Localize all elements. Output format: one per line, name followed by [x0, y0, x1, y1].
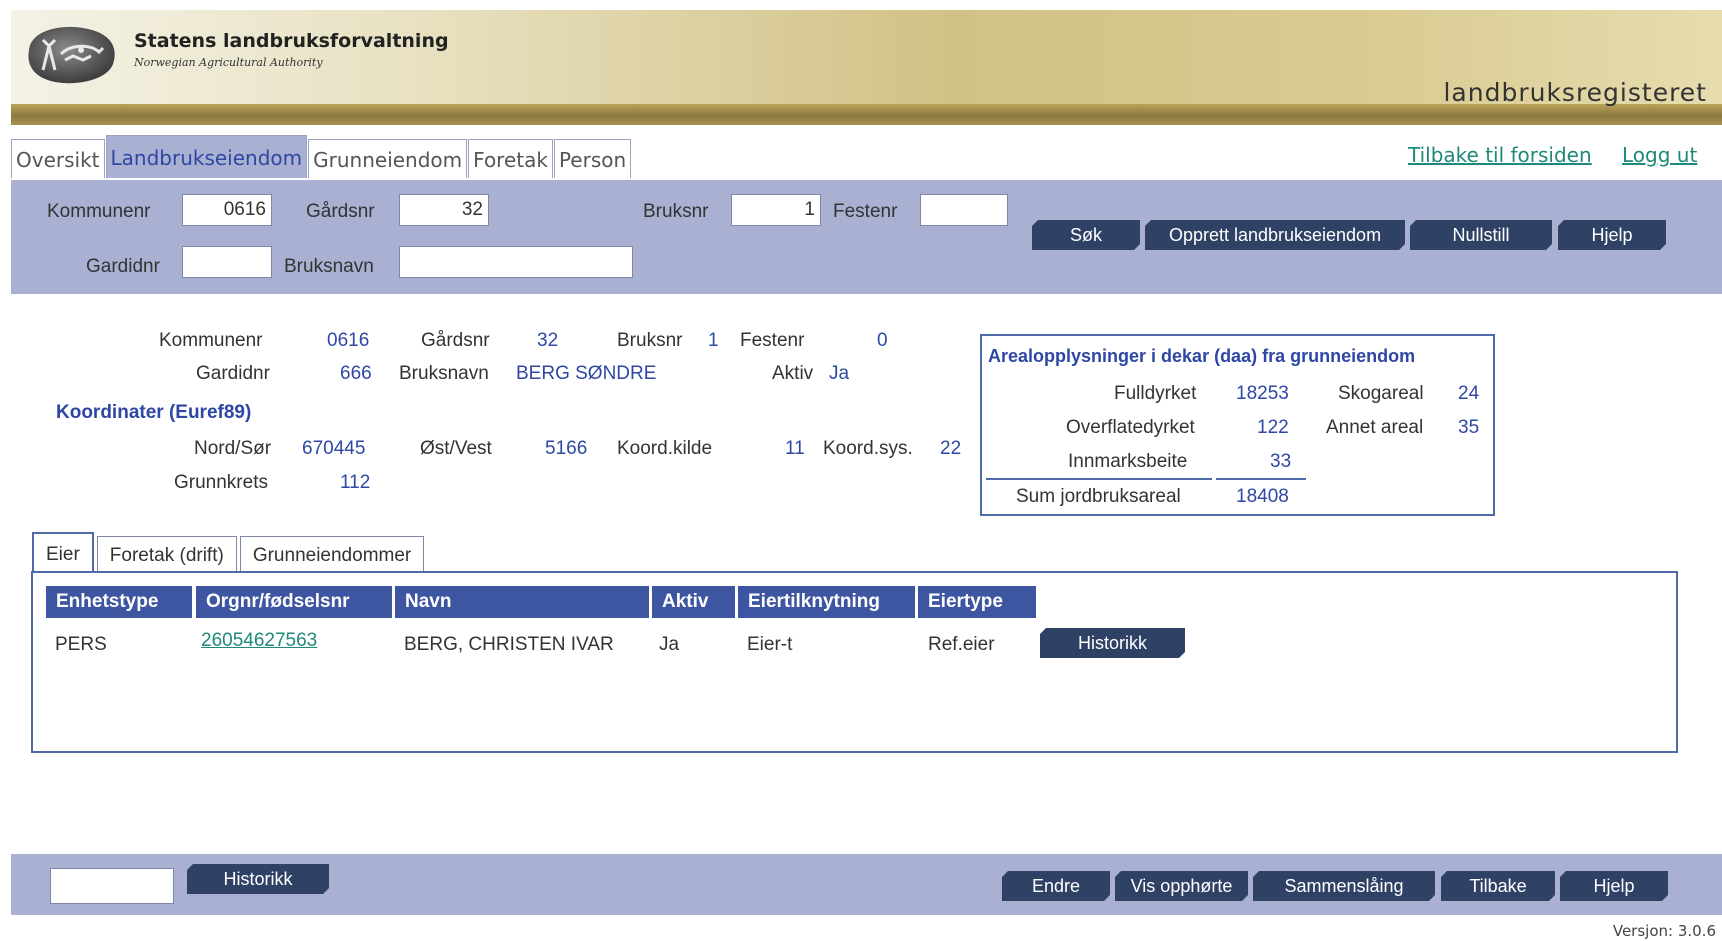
cell-navn: BERG, CHRISTEN IVAR	[404, 634, 614, 655]
orgnr-link[interactable]: 26054627563	[201, 630, 317, 652]
bruksnr-value: 1	[708, 330, 719, 351]
help-button[interactable]: Hjelp	[1558, 220, 1666, 250]
nord-sor-value: 670445	[302, 438, 366, 459]
create-property-button[interactable]: Opprett landbrukseiendom	[1145, 220, 1405, 250]
area-title: Arealopplysninger i dekar (daa) fra grun…	[988, 346, 1416, 366]
gardsnr-label: Gårdsnr	[421, 330, 490, 351]
cell-eiertilknytning: Eier-t	[747, 634, 793, 655]
edit-button[interactable]: Endre	[1002, 871, 1110, 901]
skogareal-label: Skogareal	[1338, 383, 1424, 404]
gardidnr-label: Gardidnr	[196, 363, 270, 384]
search-gardsnr-label: Gårdsnr	[306, 201, 375, 222]
overflatedyrket-value: 122	[1257, 417, 1289, 438]
sum-divider	[986, 478, 1212, 480]
festenr-value: 0	[877, 330, 888, 351]
org-name: Statens landbruksforvaltning	[134, 30, 449, 52]
col-eiertype: Eiertype	[918, 586, 1036, 618]
show-ended-button[interactable]: Vis opphørte	[1115, 871, 1248, 901]
coordinates-title: Koordinater (Euref89)	[56, 402, 252, 423]
innmarksbeite-value: 33	[1270, 451, 1292, 472]
home-link[interactable]: Tilbake til forsiden	[1408, 143, 1592, 167]
ost-vest-value: 5166	[545, 438, 588, 459]
sub-tabs: Eier Foretak (drift) Grunneiendommer	[32, 532, 427, 572]
tab-eier[interactable]: Eier	[32, 532, 94, 572]
bruksnavn-label: Bruksnavn	[399, 363, 489, 384]
festenr-label: Festenr	[740, 330, 805, 351]
gardidnr-input[interactable]	[182, 246, 272, 278]
tab-foretak-drift[interactable]: Foretak (drift)	[96, 536, 237, 571]
gardsnr-input[interactable]	[399, 194, 489, 226]
koordsys-value: 22	[940, 438, 962, 459]
bruksnavn-value: BERG SØNDRE	[516, 363, 657, 384]
grunnkrets-label: Grunnkrets	[174, 472, 268, 493]
tab-person[interactable]: Person	[553, 139, 632, 178]
kommunenr-value: 0616	[327, 330, 370, 351]
org-subtitle: Norwegian Agricultural Authority	[134, 56, 323, 69]
skogareal-value: 24	[1458, 383, 1480, 404]
search-festenr-label: Festenr	[833, 201, 898, 222]
annet-areal-value: 35	[1458, 417, 1480, 438]
tab-foretak[interactable]: Foretak	[468, 139, 553, 178]
aktiv-label: Aktiv	[772, 363, 814, 384]
search-bruksnr-label: Bruksnr	[643, 201, 709, 222]
merge-button[interactable]: Sammenslåing	[1253, 871, 1435, 901]
tab-oversikt[interactable]: Oversikt	[11, 139, 105, 178]
grunnkrets-value: 112	[340, 472, 371, 493]
cell-eiertype: Ref.eier	[928, 634, 995, 655]
overflatedyrket-label: Overflatedyrket	[1066, 417, 1195, 438]
koordkilde-label: Koord.kilde	[617, 438, 713, 459]
register-name: landbruksregisteret	[1443, 78, 1707, 107]
logout-link[interactable]: Logg ut	[1622, 143, 1697, 167]
cell-enhetstype: PERS	[55, 634, 107, 655]
sum-divider-value	[1216, 478, 1306, 480]
sum-jordbruksareal-label: Sum jordbruksareal	[1016, 486, 1181, 507]
sum-jordbruksareal-value: 18408	[1236, 486, 1289, 507]
search-kommunenr-label: Kommunenr	[47, 201, 151, 222]
bruksnr-input[interactable]	[731, 194, 821, 226]
main-tabs: Oversikt Landbrukseiendom Grunneiendom F…	[11, 135, 632, 178]
reset-button[interactable]: Nullstill	[1410, 220, 1552, 250]
search-bruksnavn-label: Bruksnavn	[284, 256, 374, 277]
tab-landbrukseiendom[interactable]: Landbrukseiendom	[105, 135, 308, 178]
fulldyrket-label: Fulldyrket	[1114, 383, 1197, 404]
bottom-help-button[interactable]: Hjelp	[1560, 871, 1668, 901]
col-navn: Navn	[395, 586, 649, 618]
annet-areal-label: Annet areal	[1326, 417, 1424, 438]
innmarksbeite-label: Innmarksbeite	[1068, 451, 1188, 472]
kommunenr-input[interactable]	[182, 194, 272, 226]
koordkilde-value: 11	[785, 438, 805, 459]
history-button[interactable]: Historikk	[187, 864, 329, 894]
bruksnr-label: Bruksnr	[617, 330, 683, 351]
version-label: Versjon: 3.0.6	[1612, 922, 1716, 940]
nord-sor-label: Nord/Sør	[194, 438, 272, 459]
logo-icon	[21, 20, 121, 88]
gardsnr-value: 32	[537, 330, 559, 351]
col-eiertilknytning: Eiertilknytning	[738, 586, 915, 618]
kommunenr-label: Kommunenr	[159, 330, 263, 351]
search-button[interactable]: Søk	[1032, 220, 1140, 250]
col-enhetstype: Enhetstype	[46, 586, 192, 618]
search-gardidnr-label: Gardidnr	[86, 256, 160, 277]
festenr-input[interactable]	[920, 194, 1008, 226]
bruksnavn-input[interactable]	[399, 246, 633, 278]
owner-history-button[interactable]: Historikk	[1040, 628, 1185, 658]
history-input[interactable]	[50, 868, 174, 904]
fulldyrket-value: 18253	[1236, 383, 1289, 404]
tab-grunneiendommer[interactable]: Grunneiendommer	[239, 536, 425, 571]
aktiv-value: Ja	[829, 363, 850, 384]
tab-grunneiendom[interactable]: Grunneiendom	[308, 139, 468, 178]
gardidnr-value: 666	[340, 363, 372, 384]
col-aktiv: Aktiv	[652, 586, 735, 618]
back-button[interactable]: Tilbake	[1441, 871, 1555, 901]
ost-vest-label: Øst/Vest	[420, 438, 492, 459]
koordsys-label: Koord.sys.	[823, 438, 913, 459]
col-orgnr: Orgnr/fødselsnr	[196, 586, 392, 618]
cell-aktiv: Ja	[659, 634, 680, 655]
